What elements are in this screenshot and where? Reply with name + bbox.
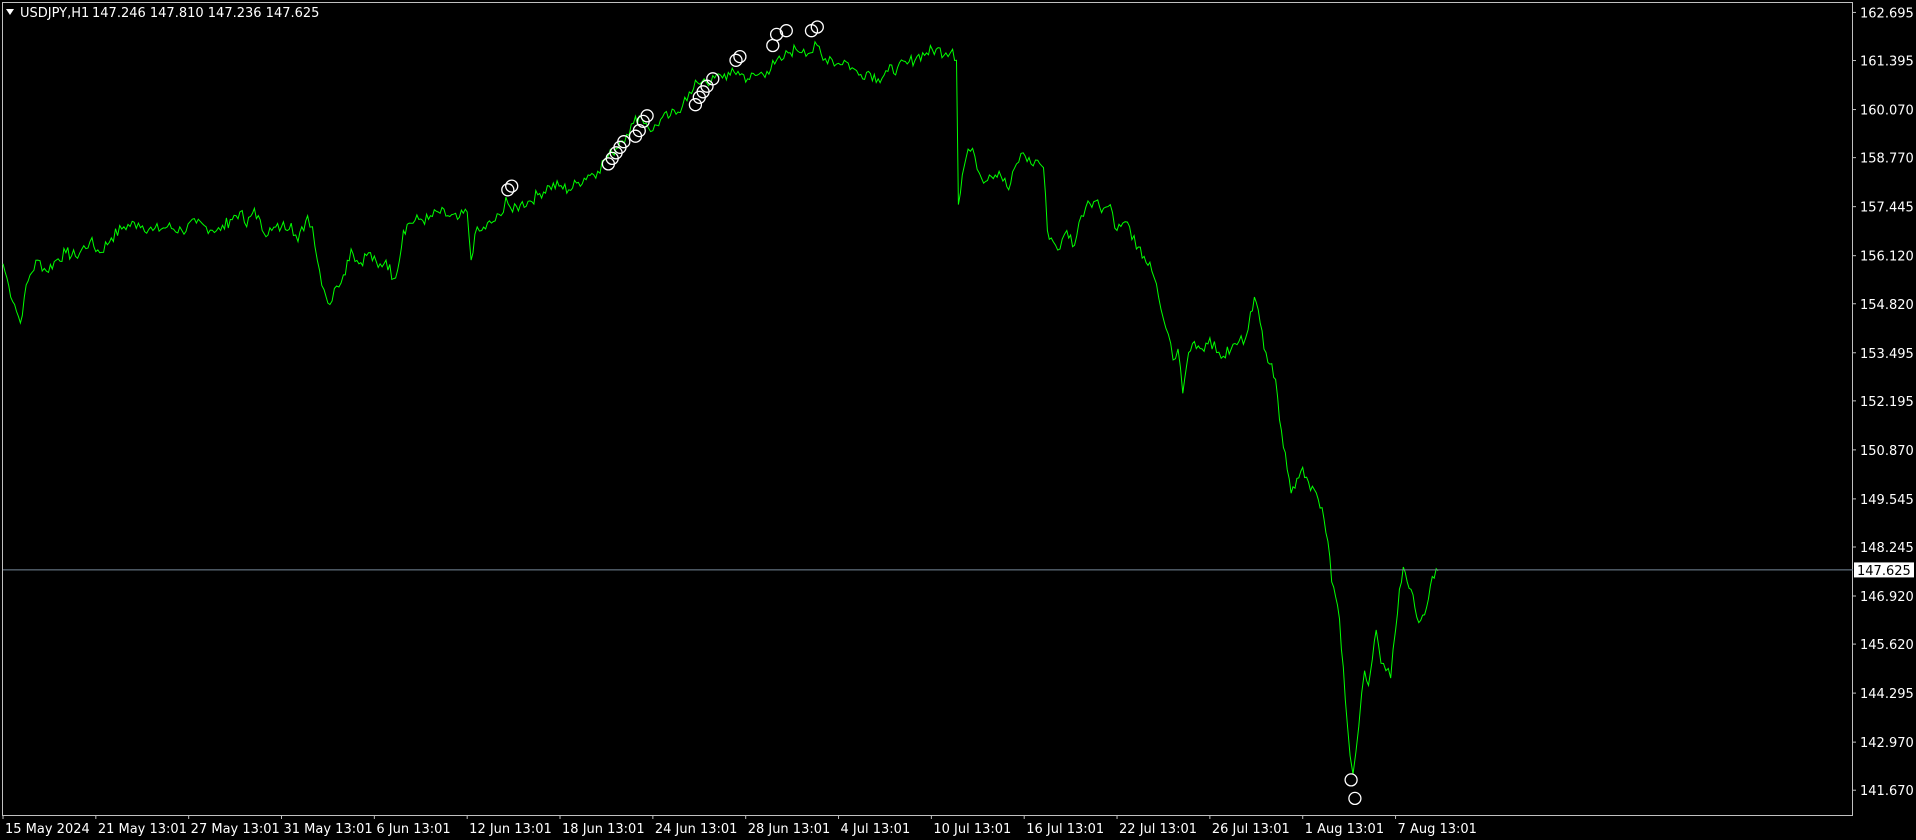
price-axis-label: 144.295 [1860, 687, 1914, 702]
price-axis-label: 153.495 [1860, 347, 1914, 362]
price-axis-label: 150.870 [1860, 444, 1914, 459]
time-axis-label: 7 Aug 13:01 [1398, 822, 1477, 837]
price-axis-label: 160.070 [1860, 104, 1914, 119]
price-axis-label: 149.545 [1860, 493, 1914, 508]
price-axis-label: 141.670 [1860, 784, 1914, 799]
time-axis-label: 26 Jul 13:01 [1212, 822, 1290, 837]
price-axis-label: 154.820 [1860, 298, 1914, 313]
price-axis-label: 158.770 [1860, 152, 1914, 167]
symbol-label: USDJPY,H1 [20, 6, 89, 21]
time-axis-label: 28 Jun 13:01 [748, 822, 831, 837]
price-axis-label: 148.245 [1860, 541, 1914, 556]
time-axis-label: 22 Jul 13:01 [1119, 822, 1197, 837]
price-axis-label: 161.395 [1860, 55, 1914, 70]
chart-background [0, 0, 1916, 840]
price-axis-label: 145.620 [1860, 638, 1914, 653]
time-axis-label: 12 Jun 13:01 [469, 822, 552, 837]
time-axis-label: 21 May 13:01 [98, 822, 187, 837]
price-axis-label: 157.445 [1860, 201, 1914, 216]
current-price-tag: 147.625 [1854, 562, 1914, 579]
time-axis-label: 6 Jun 13:01 [376, 822, 450, 837]
chart-canvas[interactable]: 162.695 161.395 160.070 158.770 157.445 156.1… [0, 0, 1916, 840]
price-axis-label: 142.970 [1860, 736, 1914, 751]
price-axis-label: 146.920 [1860, 590, 1914, 605]
time-axis-label: 15 May 2024 [5, 822, 90, 837]
time-axis-label: 31 May 13:01 [284, 822, 373, 837]
time-axis-label: 27 May 13:01 [191, 822, 280, 837]
time-axis-label: 24 Jun 13:01 [655, 822, 738, 837]
time-axis-label: 1 Aug 13:01 [1305, 822, 1384, 837]
time-axis-label: 18 Jun 13:01 [562, 822, 645, 837]
time-axis-label: 16 Jul 13:01 [1026, 822, 1104, 837]
price-axis-label: 162.695 [1860, 6, 1914, 21]
price-axis-label: 152.195 [1860, 395, 1914, 410]
ohlc-values: 147.246 147.810 147.236 147.625 [92, 6, 319, 21]
time-axis-label: 10 Jul 13:01 [933, 822, 1011, 837]
price-axis-label: 156.120 [1860, 250, 1914, 265]
chart-header: USDJPY,H1 147.246 147.810 147.236 147.62… [6, 6, 319, 21]
time-axis-label: 4 Jul 13:01 [841, 822, 911, 837]
current-price-label: 147.625 [1857, 564, 1911, 579]
